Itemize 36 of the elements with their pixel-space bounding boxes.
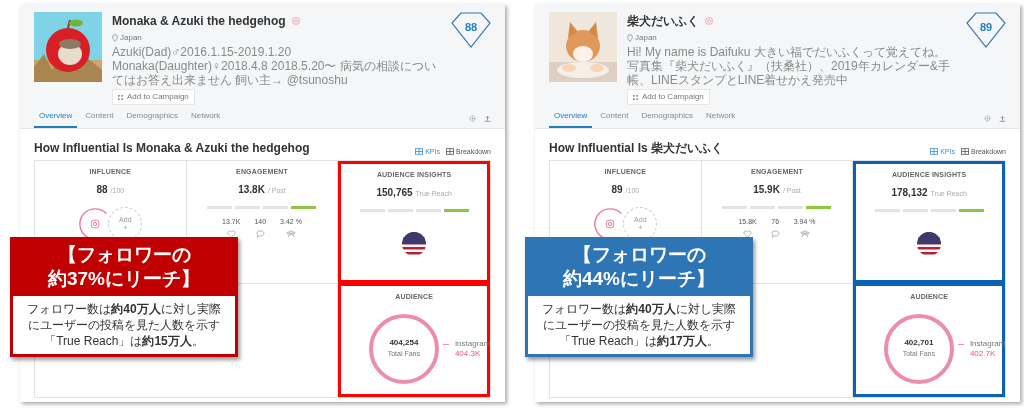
callout-title: 約37%にリーチ】: [48, 267, 200, 291]
profile-name: Monaka & Azuki the hedgehog: [112, 13, 286, 30]
section-title: How Influential Is Monaka & Azuki the hedgehog: [34, 140, 310, 157]
add-to-campaign-button[interactable]: Add to Campaign: [112, 89, 195, 105]
tab[interactable]: Demographics: [121, 110, 183, 128]
total-fans-value: 404,254: [389, 337, 419, 350]
add-to-campaign-button[interactable]: Add to Campaign: [627, 89, 710, 105]
callout-title: 【フォロワーの: [57, 243, 191, 267]
metric-value: 150,765: [376, 185, 413, 200]
tab[interactable]: Network: [700, 110, 741, 128]
tab[interactable]: Content: [595, 110, 634, 128]
metric-value: 88: [96, 182, 108, 197]
section-title: How Influential Is 柴犬だいふく: [549, 140, 723, 157]
location-text: Japan: [635, 32, 657, 44]
metric-value: 13.8K: [238, 182, 265, 197]
callout-title: 【フォロワーの: [572, 243, 706, 267]
tab[interactable]: Overview: [549, 110, 593, 128]
metric-value: 178,132: [891, 185, 928, 200]
total-fans-value: 402,701: [904, 337, 934, 350]
callout-text: フォロワー数は約40万人に対し実際にユーザーの投稿を見た人数を示す「True Reach」は約15万人。: [27, 301, 221, 349]
profile-bio: Azuki(Dad)♂2016.1.15-2019.1.20 Monaka(Daughter)♀2018.4.8 2018.5.20〜 病気の相談についてはお答え出来ません 飼い主→ @tsunoshu: [112, 45, 437, 87]
profile-name: 柴犬だいふく: [627, 13, 699, 30]
score-badge: 89: [966, 12, 1006, 48]
metric-value: 15.9K: [753, 182, 780, 197]
metric-value: 89: [611, 182, 623, 197]
tab[interactable]: Content: [80, 110, 119, 128]
profile-bio: Hi! My name is Daifuku 大きい福でだいふくって覚えてね。写真集『柴犬だいふく』（扶桑社）、2019年カレンダー&手帳、LINEスタンプとLINE着せかえ発売中: [627, 45, 951, 87]
tab[interactable]: Network: [185, 110, 226, 128]
callout-title: 約44%にリーチ】: [563, 267, 715, 291]
tab[interactable]: Demographics: [636, 110, 698, 128]
score-badge: 88: [451, 12, 491, 48]
location-text: Japan: [120, 32, 142, 44]
callout-text: フォロワー数は約40万人に対し実際にユーザーの投稿を見た人数を示す「True Reach」は約17万人。: [542, 301, 736, 349]
tab[interactable]: Overview: [34, 110, 78, 128]
legend-value: 402.7K: [969, 348, 997, 359]
legend-value: 404.3K: [454, 348, 482, 359]
